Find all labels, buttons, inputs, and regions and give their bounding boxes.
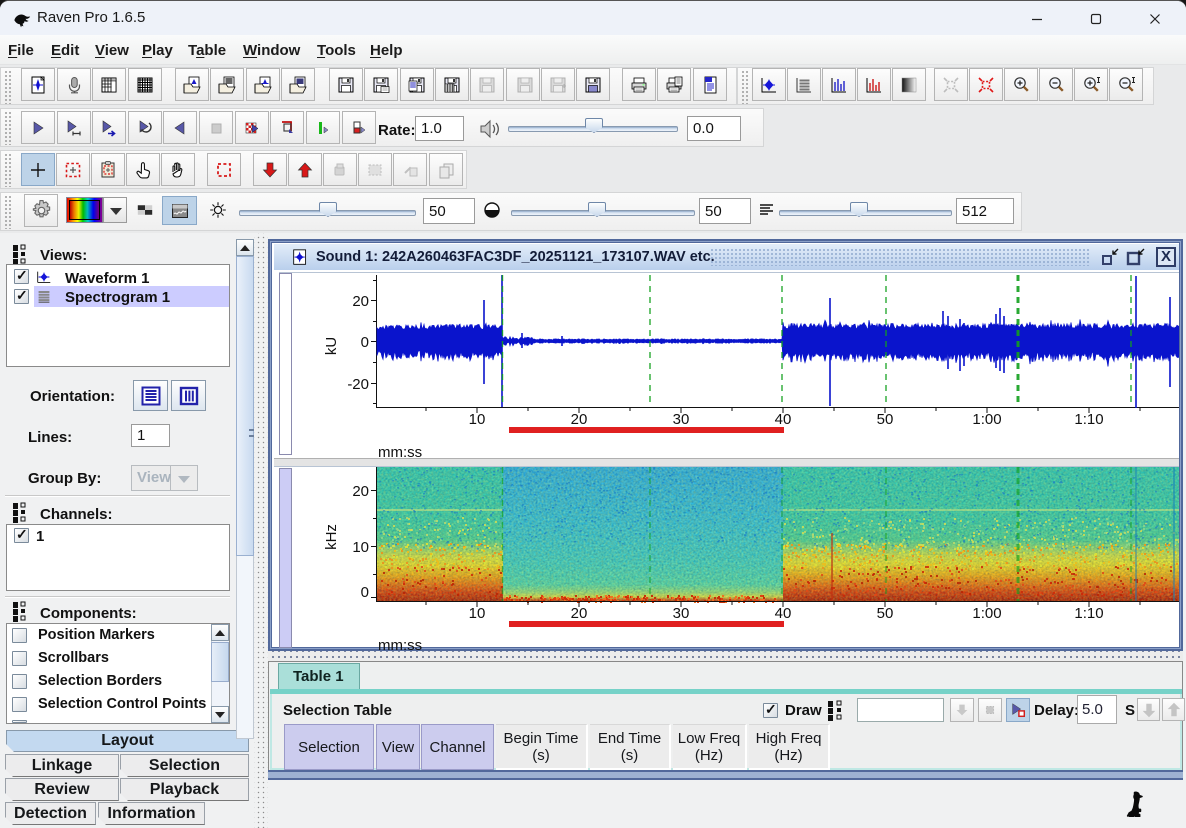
svg-text:1:00: 1:00: [972, 605, 1001, 622]
svg-text:1:10: 1:10: [1074, 411, 1103, 428]
svg-text:mm:ss: mm:ss: [378, 637, 422, 652]
svg-text:0: 0: [361, 584, 369, 601]
svg-text:kU: kU: [323, 337, 340, 355]
svg-text:50: 50: [877, 605, 894, 622]
svg-text:-20: -20: [347, 376, 369, 393]
svg-text:1:00: 1:00: [972, 411, 1001, 428]
svg-text:20: 20: [571, 605, 588, 622]
svg-text:0: 0: [361, 334, 369, 351]
svg-text:30: 30: [673, 411, 690, 428]
svg-text:50: 50: [877, 411, 894, 428]
svg-text:10: 10: [469, 605, 486, 622]
svg-text:40: 40: [775, 605, 792, 622]
svg-text:1:10: 1:10: [1074, 605, 1103, 622]
svg-text:20: 20: [571, 411, 588, 428]
svg-text:20: 20: [352, 483, 369, 500]
svg-text:30: 30: [673, 605, 690, 622]
svg-text:10: 10: [352, 539, 369, 556]
svg-text:kHz: kHz: [323, 524, 340, 550]
svg-text:10: 10: [469, 411, 486, 428]
svg-text:20: 20: [352, 293, 369, 310]
svg-text:40: 40: [775, 411, 792, 428]
